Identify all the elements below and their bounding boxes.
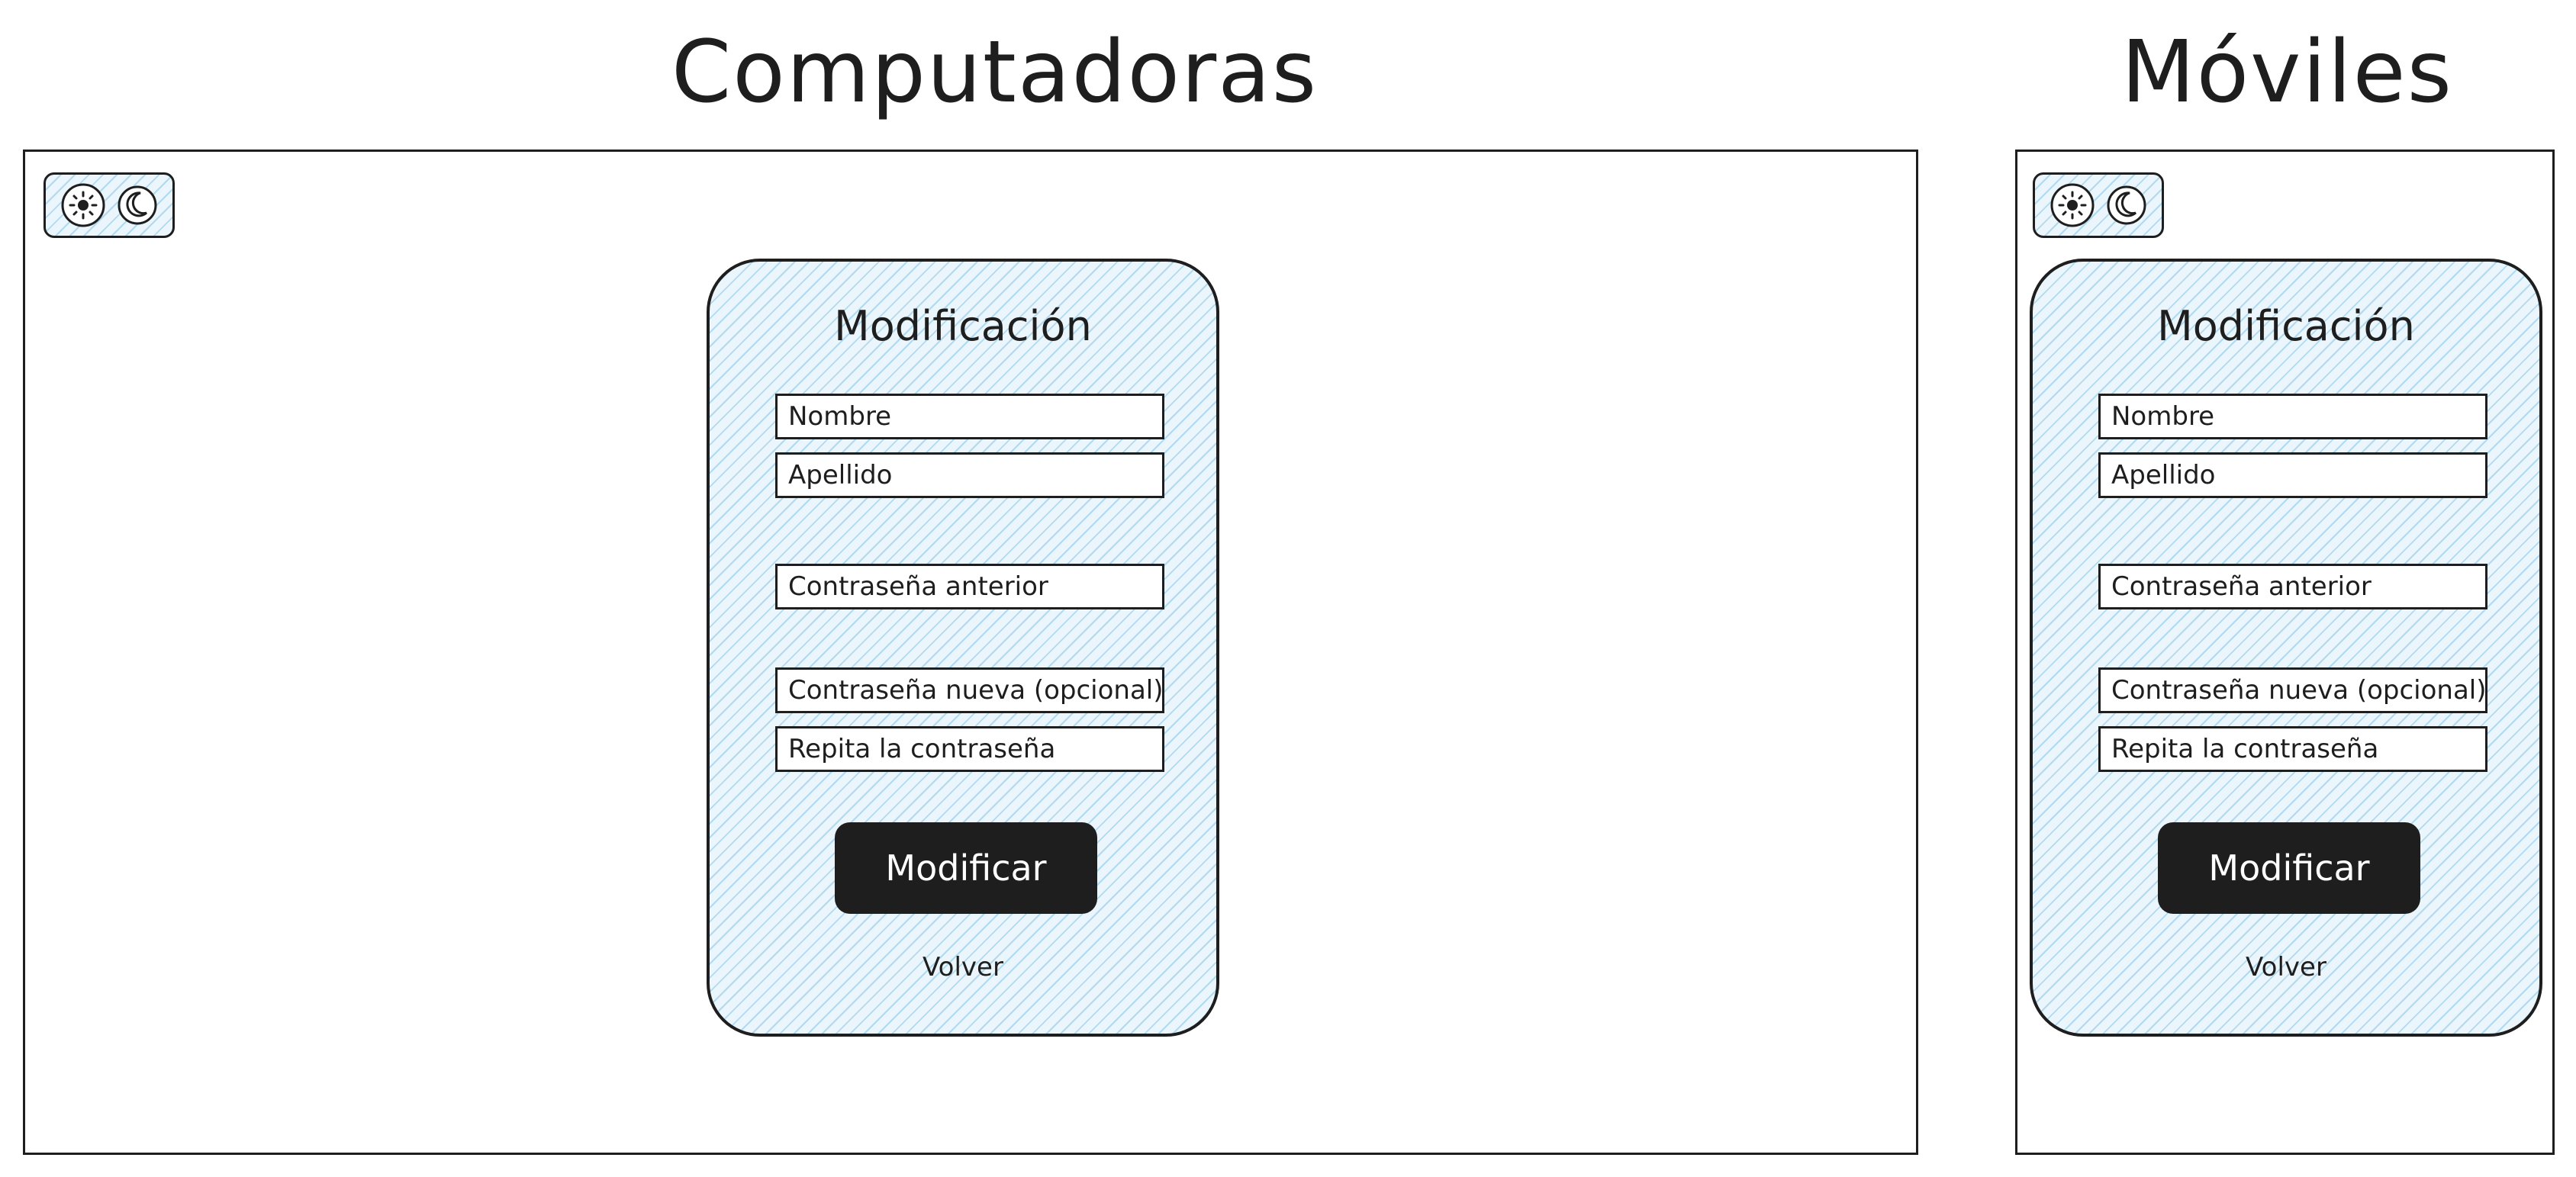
- mobile-frame: Modificación Nombre Apellido Contraseña …: [2015, 150, 2555, 1155]
- sun-icon[interactable]: [60, 182, 107, 229]
- mobile-section-title: Móviles: [2121, 23, 2453, 122]
- card-title: Modificación: [2157, 302, 2415, 350]
- last-name-field[interactable]: Apellido: [775, 452, 1164, 498]
- back-link[interactable]: Volver: [2033, 948, 2539, 986]
- first-name-field[interactable]: Nombre: [775, 394, 1164, 439]
- new-password-field[interactable]: Contraseña nueva (opcional): [775, 667, 1164, 713]
- theme-toggle[interactable]: [2033, 172, 2164, 238]
- desktop-section-title: Computadoras: [671, 23, 1319, 122]
- moon-icon[interactable]: [116, 184, 159, 227]
- modification-card: Modificación Nombre Apellido Contraseña …: [707, 259, 1219, 1037]
- old-password-field[interactable]: Contraseña anterior: [775, 564, 1164, 609]
- card-title: Modificación: [834, 302, 1092, 350]
- moon-icon[interactable]: [2105, 184, 2148, 227]
- old-password-field[interactable]: Contraseña anterior: [2098, 564, 2487, 609]
- first-name-field[interactable]: Nombre: [2098, 394, 2487, 439]
- modification-card: Modificación Nombre Apellido Contraseña …: [2030, 259, 2542, 1037]
- theme-toggle[interactable]: [43, 172, 175, 238]
- repeat-password-field[interactable]: Repita la contraseña: [775, 726, 1164, 772]
- modify-button[interactable]: Modificar: [2158, 822, 2420, 914]
- modify-button[interactable]: Modificar: [835, 822, 1097, 914]
- last-name-field[interactable]: Apellido: [2098, 452, 2487, 498]
- back-link[interactable]: Volver: [710, 948, 1216, 986]
- repeat-password-field[interactable]: Repita la contraseña: [2098, 726, 2487, 772]
- desktop-frame: Modificación Nombre Apellido Contraseña …: [23, 150, 1918, 1155]
- new-password-field[interactable]: Contraseña nueva (opcional): [2098, 667, 2487, 713]
- sun-icon[interactable]: [2049, 182, 2096, 229]
